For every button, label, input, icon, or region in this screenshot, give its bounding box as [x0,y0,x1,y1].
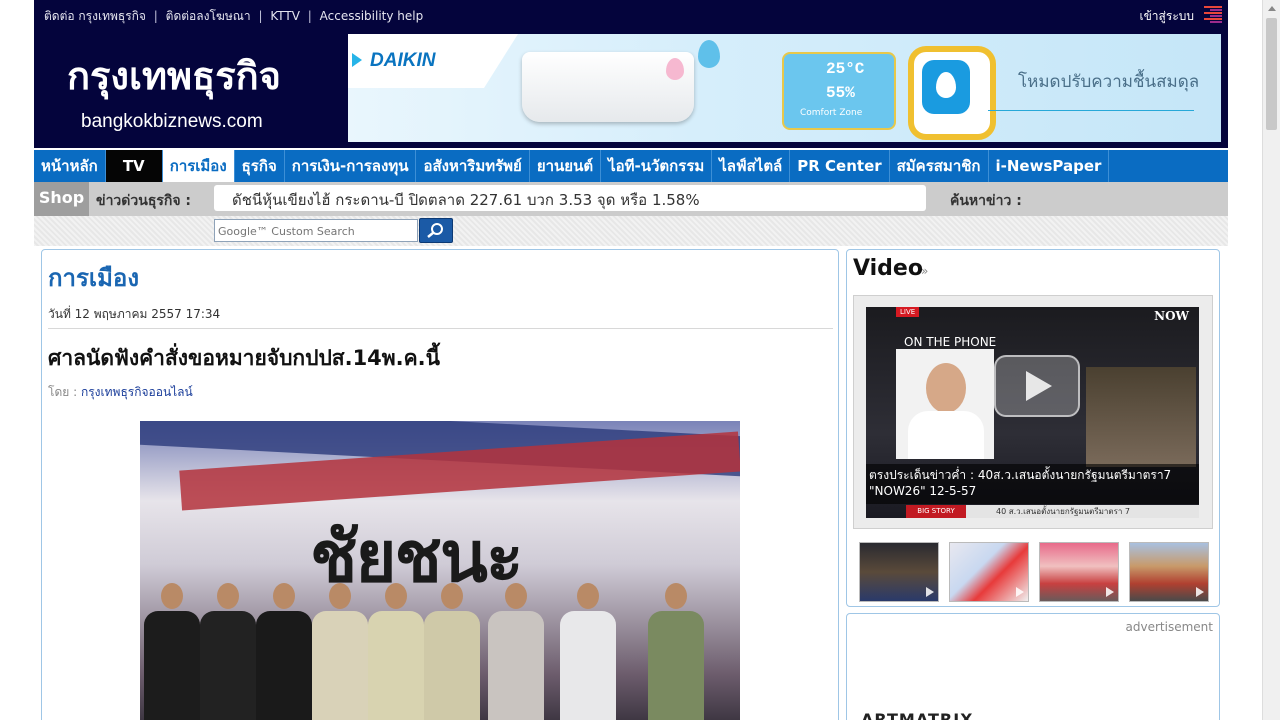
breaking-news-label: ข่าวด่วนธุรกิจ : [96,193,192,209]
on-the-phone-label: ON THE PHONE [904,335,997,349]
video-section-title[interactable]: Video [853,256,923,281]
scene-image [1086,367,1196,467]
nav-subscribe[interactable]: สมัครสมาชิก [890,150,989,182]
link-contact[interactable]: ติดต่อ กรุงเทพธุรกิจ [44,9,146,23]
blue-drop-icon [698,40,720,68]
article-panel: การเมือง วันที่ 12 พฤษภาคม 2557 17:34 ศา… [41,249,839,720]
site-header: กรุงเทพธุรกิจ bangkokbiznews.com DAIKIN … [34,30,1228,148]
menu-bars-icon[interactable] [1204,6,1222,26]
banner-tagline: โหมดปรับความชื้นสมดุล [1018,72,1200,92]
top-links: ติดต่อ กรุงเทพธุรกิจ | ติดต่อลงโฆษณา | K… [44,7,423,26]
water-drop-badge-icon [908,46,996,140]
site-logo[interactable]: กรุงเทพธุรกิจ [67,45,281,106]
thermostat-panel: 25°C 55% Comfort Zone [782,52,896,130]
nav-pr-center[interactable]: PR Center [790,150,890,182]
play-icon [926,587,934,597]
video-player-frame: LIVE NOW ON THE PHONE ตรงประเด็นข่าวค่ำ … [853,295,1213,529]
caller-image [896,349,994,459]
main-nav: หน้าหลัก TV การเมือง ธุรกิจ การเงิน-การล… [34,150,1228,182]
nav-it[interactable]: ไอที-นวัตกรรม [601,150,713,182]
daikin-mark-icon [352,53,362,67]
link-advertise[interactable]: ติดต่อลงโฆษณา [166,9,251,23]
video-thumbnails [859,542,1211,602]
login-link[interactable]: เข้าสู่ระบบ [1140,7,1195,26]
link-kttv[interactable]: KTTV [270,9,300,23]
page: ติดต่อ กรุงเทพธุรกิจ | ติดต่อลงโฆษณา | K… [34,0,1228,720]
ad-brand[interactable]: ARTMATRIX [861,710,973,720]
scrollbar[interactable] [1262,0,1280,720]
video-thumbnail[interactable] [859,542,939,602]
video-caption[interactable]: ตรงประเด็นข่าวค่ำ : 40ส.ว.เสนอตั้งนายกรั… [869,467,1195,499]
ticker-box: ดัชนีหุ้นเขียงไฮ้ กระดาน-บี ปิดตลาด 227.… [214,185,926,211]
nav-lifestyle[interactable]: ไลฟ์สไตล์ [712,150,791,182]
search-button[interactable] [419,218,453,243]
byline: โดย : กรุงเทพธุรกิจออนไลน์ [48,383,193,402]
section-title[interactable]: การเมือง [48,258,139,297]
now-logo: NOW [1154,309,1189,323]
daikin-logo-area: DAIKIN [348,34,518,88]
ticker-headline[interactable]: ดัชนีหุ้นเขียงไฮ้ กระดาน-บี ปิดตลาด 227.… [232,188,700,212]
big-story-badge: BIG STORY [906,505,966,518]
double-chevron-right-icon[interactable]: » [921,264,928,278]
nav-property[interactable]: อสังหาริมทรัพย์ [416,150,530,182]
top-bar: ติดต่อ กรุงเทพธุรกิจ | ติดต่อลงโฆษณา | K… [34,0,1228,30]
divider [48,328,833,329]
nav-auto[interactable]: ยานยนต์ [530,150,602,182]
scroll-up-arrow-icon[interactable] [1268,6,1276,11]
site-url[interactable]: bangkokbiznews.com [81,111,263,133]
daikin-ad-banner[interactable]: DAIKIN 25°C 55% Comfort Zone โหมดปรับควา… [348,34,1221,142]
video-thumbnail[interactable] [1039,542,1119,602]
shop-button[interactable]: Shop [34,182,89,216]
separator: | [258,9,263,23]
banner-divider [988,110,1194,111]
video-player[interactable]: LIVE NOW ON THE PHONE ตรงประเด็นข่าวค่ำ … [866,307,1199,518]
google-search-input[interactable] [215,222,417,241]
nav-business[interactable]: ธุรกิจ [235,150,285,182]
nav-home[interactable]: หน้าหลัก [34,150,106,182]
pink-drop-icon [666,58,684,80]
nav-finance[interactable]: การเงิน-การลงทุน [285,150,417,182]
news-search-label: ค้นหาข่าว : [950,193,1022,209]
separator: | [153,9,158,23]
search-strip [34,216,1228,246]
author-link[interactable]: กรุงเทพธุรกิจออนไลน์ [81,385,193,399]
video-panel: Video » LIVE NOW ON THE PHONE ตรงประเด็น… [846,249,1220,607]
byline-label: โดย : [48,385,78,399]
search-icon [427,223,443,238]
panel-humidity: 55% [826,84,855,102]
daikin-brand: DAIKIN [370,50,436,71]
advertisement-panel: advertisement ARTMATRIX [846,613,1220,720]
separator: | [307,9,312,23]
people-group [140,571,740,720]
scroll-thumb[interactable] [1266,18,1277,130]
play-icon [1106,587,1114,597]
nav-politics[interactable]: การเมือง [162,150,235,182]
nav-inewspaper[interactable]: i-NewsPaper [989,150,1110,182]
article-date: วันที่ 12 พฤษภาคม 2557 17:34 [48,307,221,321]
play-icon [1196,587,1204,597]
panel-comfort-zone: Comfort Zone [800,108,863,118]
nav-tv[interactable]: TV [105,150,163,182]
play-icon [1016,587,1024,597]
panel-temperature: 25°C [826,60,865,78]
video-lower-third: 40 ส.ว.เสนอตั้งนายกรัฐมนตรีมาตรา 7 [966,505,1199,518]
search-field [214,219,418,242]
article-headline: ศาลนัดฟังคำสั่งขอหมายจับกปปส.14พ.ค.นี้ [48,346,440,370]
video-thumbnail[interactable] [1129,542,1209,602]
link-accessibility[interactable]: Accessibility help [320,9,424,23]
play-icon[interactable] [994,355,1080,417]
live-badge: LIVE [896,307,920,317]
video-thumbnail[interactable] [949,542,1029,602]
news-ticker: Shop ข่าวด่วนธุรกิจ : ดัชนีหุ้นเขียงไฮ้ … [34,182,1228,216]
advertisement-label: advertisement [1125,620,1213,634]
article-photo: ชัยชนะ [140,421,740,720]
